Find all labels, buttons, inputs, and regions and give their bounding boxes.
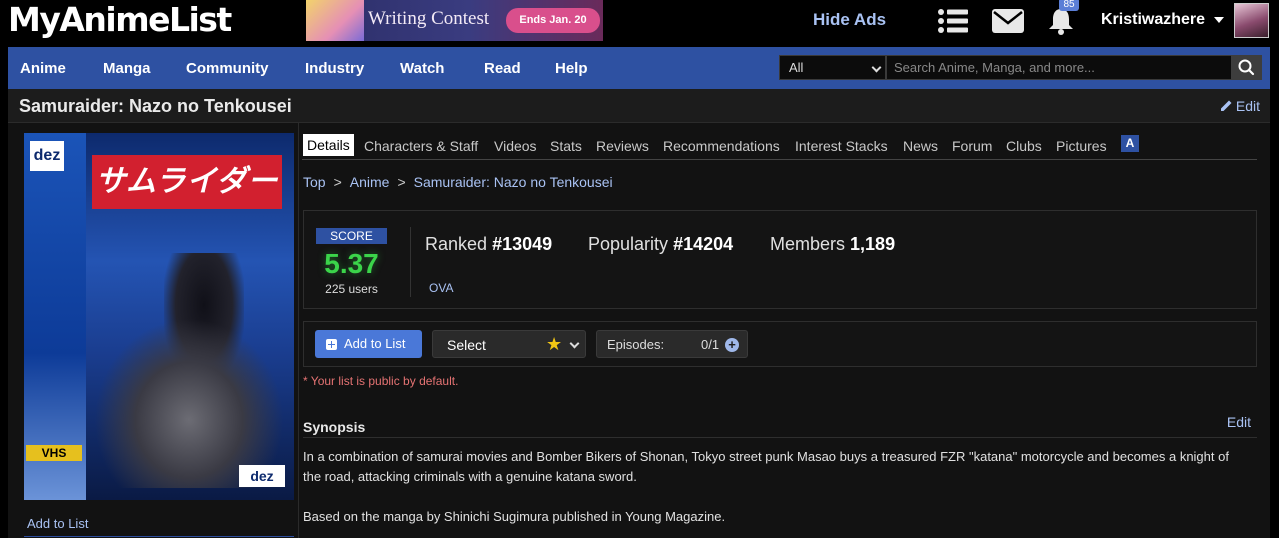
chevron-down-icon	[871, 62, 882, 73]
tab-clubs[interactable]: Clubs	[1006, 138, 1042, 154]
banner-ends-badge: Ends Jan. 20	[506, 8, 600, 33]
star-icon: ★	[546, 334, 563, 354]
search-input[interactable]: Search Anime, Manga, and more...	[886, 55, 1232, 80]
content-area: dez サムライダー VHS dez Add to List Details C…	[8, 123, 1270, 538]
score-select-value: Select	[447, 337, 486, 353]
tab-videos[interactable]: Videos	[494, 138, 537, 154]
cover-title-art: サムライダー	[92, 155, 282, 209]
tab-details[interactable]: Details	[303, 134, 354, 156]
tab-stats[interactable]: Stats	[550, 138, 582, 154]
user-avatar[interactable]	[1234, 3, 1269, 38]
episodes-label: Episodes:	[607, 337, 665, 352]
nav-item-read[interactable]: Read	[484, 60, 521, 77]
synopsis-heading: Synopsis	[303, 419, 366, 435]
public-list-note: * Your list is public by default.	[303, 374, 459, 388]
stats-box: SCORE 5.37 225 users Ranked #13049 Popul…	[303, 210, 1257, 309]
nav-item-anime[interactable]: Anime	[20, 60, 66, 77]
episodes-count: 0/1	[701, 337, 720, 352]
menu-list-icon[interactable]	[938, 8, 968, 34]
synopsis-edit-link[interactable]: Edit	[1227, 414, 1251, 430]
sidebar-add-to-list-link[interactable]: Add to List	[27, 516, 88, 531]
ranked-stat[interactable]: Ranked #13049	[425, 234, 552, 255]
ranked-label: Ranked	[425, 234, 488, 254]
score-users: 225 users	[325, 282, 378, 296]
popularity-value: #14204	[673, 234, 734, 254]
synopsis-divider	[303, 437, 1257, 438]
popularity-stat[interactable]: Popularity #14204	[588, 234, 733, 255]
detail-tabs: Details Characters & Staff Videos Stats …	[302, 134, 1257, 160]
tab-interest-stacks[interactable]: Interest Stacks	[795, 138, 888, 154]
nav-item-watch[interactable]: Watch	[400, 60, 444, 77]
edit-title-label: Edit	[1235, 98, 1260, 114]
members-stat: Members 1,189	[770, 234, 895, 255]
page-title: Samuraider: Nazo no Tenkousei	[19, 96, 292, 116]
cover-image[interactable]: dez サムライダー VHS dez	[24, 133, 294, 500]
type-link[interactable]: OVA	[429, 281, 453, 295]
cover-brand-logo-small: dez	[239, 465, 285, 487]
breadcrumb-current[interactable]: Samuraider: Nazo no Tenkousei	[414, 174, 613, 190]
plus-icon	[326, 339, 337, 350]
breadcrumb-top[interactable]: Top	[303, 174, 326, 190]
hide-ads-link[interactable]: Hide Ads	[813, 10, 886, 30]
pencil-icon	[1220, 100, 1232, 111]
add-to-list-label: Add to List	[344, 336, 406, 351]
username-menu[interactable]: Kristiwazhere	[1101, 11, 1205, 29]
cover-motorcycle-art	[94, 318, 284, 488]
synopsis-paragraph-2: Based on the manga by Shinichi Sugimura …	[303, 509, 726, 524]
edit-title-link[interactable]: Edit	[1220, 98, 1260, 114]
add-to-list-button[interactable]: Add to List	[315, 330, 422, 358]
chevron-down-icon	[569, 338, 580, 349]
main-nav: Anime Manga Community Industry Watch Rea…	[8, 47, 1270, 89]
notification-bell-icon[interactable]	[1047, 7, 1075, 35]
nav-item-community[interactable]: Community	[186, 60, 269, 77]
search-category-select[interactable]: All	[779, 55, 886, 80]
score-value: 5.37	[324, 248, 379, 279]
site-logo[interactable]: MyAnimeList	[8, 0, 232, 40]
stats-divider	[410, 227, 411, 297]
chevron-down-icon[interactable]	[1214, 17, 1224, 23]
banner-character-art	[306, 0, 364, 41]
members-value: 1,189	[850, 234, 896, 254]
search-category-value: All	[789, 60, 804, 75]
writing-contest-banner[interactable]: Writing Contest Ends Jan. 20	[306, 0, 603, 41]
search-placeholder: Search Anime, Manga, and more...	[894, 60, 1095, 75]
score-label: SCORE	[316, 228, 387, 244]
search-button[interactable]	[1231, 55, 1262, 80]
synopsis-paragraph-1: In a combination of samurai movies and B…	[303, 449, 1229, 484]
increment-episode-icon[interactable]: +	[725, 338, 739, 352]
page-title-bar: Samuraider: Nazo no Tenkousei Edit	[8, 89, 1270, 123]
tab-news[interactable]: News	[903, 138, 938, 154]
score-select[interactable]: Select ★	[432, 330, 586, 358]
mail-icon[interactable]	[992, 9, 1024, 33]
tab-anilist-icon[interactable]: A	[1121, 135, 1139, 152]
list-controls: Add to List Select ★ Episodes: 0/1 +	[303, 321, 1257, 367]
popularity-label: Popularity	[588, 234, 669, 254]
breadcrumb-anime[interactable]: Anime	[350, 174, 390, 190]
banner-title: Writing Contest	[368, 8, 490, 29]
tab-pictures[interactable]: Pictures	[1056, 138, 1107, 154]
breadcrumb: Top > Anime > Samuraider: Nazo no Tenkousei	[303, 174, 613, 190]
cover-brand-logo: dez	[30, 141, 64, 171]
main-column: Details Characters & Staff Videos Stats …	[302, 123, 1257, 538]
tab-forum[interactable]: Forum	[952, 138, 992, 154]
notification-count-badge: 85	[1059, 0, 1079, 11]
sidebar-divider	[24, 536, 294, 537]
search-icon	[1238, 59, 1255, 76]
nav-item-manga[interactable]: Manga	[103, 60, 151, 77]
top-header: MyAnimeList Writing Contest Ends Jan. 20…	[0, 0, 1279, 46]
left-sidebar: dez サムライダー VHS dez Add to List	[21, 123, 299, 538]
episodes-counter: Episodes: 0/1 +	[596, 330, 748, 358]
cover-vhs-label: VHS	[26, 445, 82, 461]
tab-reviews[interactable]: Reviews	[596, 138, 649, 154]
tab-recommendations[interactable]: Recommendations	[663, 138, 780, 154]
tab-characters-staff[interactable]: Characters & Staff	[364, 138, 478, 154]
nav-item-help[interactable]: Help	[555, 60, 588, 77]
nav-item-industry[interactable]: Industry	[305, 60, 364, 77]
ranked-value: #13049	[492, 234, 553, 254]
members-label: Members	[770, 234, 846, 254]
